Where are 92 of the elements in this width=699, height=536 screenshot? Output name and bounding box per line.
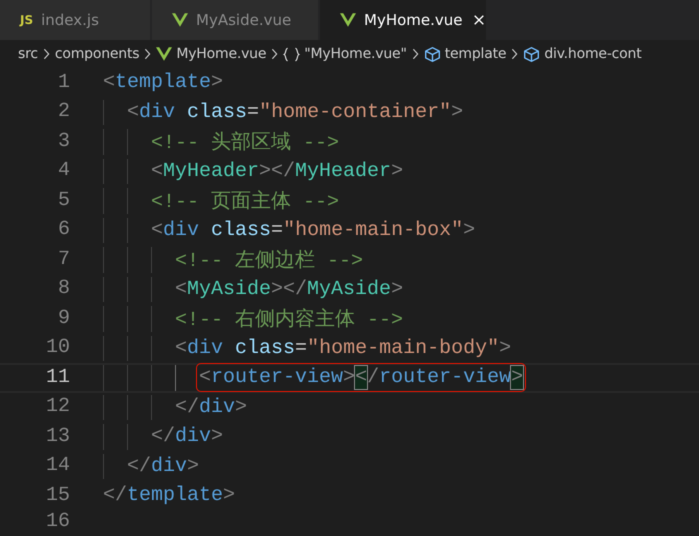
code-token: > <box>211 425 224 448</box>
code-token: div <box>199 396 236 419</box>
code-token: > <box>451 100 464 124</box>
code-token: > <box>211 71 224 94</box>
code-token: div <box>151 454 188 478</box>
code-token: MyAside <box>307 278 392 301</box>
code-token: div <box>175 425 212 448</box>
line-number: 15 <box>44 484 70 507</box>
breadcrumb-item[interactable]: div.home-cont <box>523 46 642 62</box>
line-number: 5 <box>56 190 70 212</box>
line-number: 3 <box>56 130 70 153</box>
line-number: 4 <box>56 160 70 182</box>
code-token: > <box>223 484 236 508</box>
code-token: template <box>115 71 212 94</box>
line-number: 10 <box>44 337 70 360</box>
vue-file-icon <box>340 13 356 27</box>
code-token: = <box>247 100 260 124</box>
code-token: template <box>127 484 224 508</box>
breadcrumb-item[interactable]: components <box>54 46 140 62</box>
line-number: 8 <box>56 278 70 300</box>
close-icon[interactable] <box>472 14 484 26</box>
code-token: </ <box>151 425 176 448</box>
code-token: < <box>175 278 188 301</box>
code-token: < <box>151 218 164 242</box>
code-token: ></ <box>259 160 296 183</box>
code-token: <!-- 页面主体 --> <box>151 189 340 214</box>
code-token: class <box>234 336 296 360</box>
code-token: MyHeader <box>295 160 392 183</box>
cube-icon <box>424 46 441 62</box>
editor-tab[interactable]: MyHome.vue <box>320 0 486 40</box>
editor-tab[interactable]: JS index.js <box>0 0 150 40</box>
code-token: = <box>271 218 284 242</box>
code-token: MyHeader <box>163 160 260 183</box>
code-token: </ <box>103 484 128 508</box>
code-token: > <box>235 396 248 419</box>
code-token: div <box>139 100 176 124</box>
code-token: <!-- 右侧内容主体 --> <box>175 307 404 332</box>
code-token: "home-main-body" <box>307 336 500 360</box>
code-token: <!-- 左侧边栏 --> <box>175 248 364 274</box>
line-number: 9 <box>56 308 70 330</box>
code-token: </ <box>175 396 200 419</box>
line-number: 6 <box>56 219 70 242</box>
code-token: > <box>511 366 524 390</box>
code-token: class <box>186 100 248 124</box>
code-token: > <box>499 336 512 360</box>
code-token: class <box>210 218 272 242</box>
code-token: > <box>187 454 200 478</box>
breadcrumb-item[interactable]: "MyHome.vue" <box>283 46 407 62</box>
code-token: < <box>175 336 188 360</box>
code-token: ></ <box>271 278 308 301</box>
code-token: > <box>391 160 404 183</box>
line-number: 11 <box>44 366 70 389</box>
code-token: / <box>367 366 380 390</box>
breadcrumb-item[interactable]: template <box>424 46 506 62</box>
code-token: = <box>295 336 308 360</box>
braces-icon <box>283 46 300 62</box>
chevron-icon <box>271 48 278 60</box>
code-token: MyAside <box>187 278 272 301</box>
line-number: 16 <box>44 510 70 532</box>
line-number: 14 <box>44 455 70 478</box>
breadcrumb-item[interactable]: MyHome.vue <box>156 46 266 62</box>
code-token: <!-- 头部区域 --> <box>151 130 340 156</box>
code-token: < <box>151 160 164 183</box>
line-number: 7 <box>56 248 70 271</box>
code-token: < <box>127 100 140 124</box>
chevron-icon <box>412 48 419 60</box>
chevron-icon <box>511 48 518 60</box>
chevron-icon <box>42 48 50 60</box>
breadcrumb-item[interactable]: src <box>18 46 38 62</box>
code-token: router-view <box>379 366 512 390</box>
code-token: router-view <box>211 366 344 390</box>
code-token: div <box>187 336 224 360</box>
line-number: 2 <box>56 101 70 124</box>
code-token: > <box>463 218 476 242</box>
line-number: 13 <box>44 426 70 448</box>
code-token: "home-main-box" <box>283 218 464 242</box>
code-token: < <box>355 366 368 390</box>
line-number: 12 <box>44 396 70 418</box>
code-token: </ <box>127 454 152 478</box>
code-token: > <box>391 278 404 301</box>
code-token: < <box>199 366 212 390</box>
code-token: < <box>103 71 116 94</box>
js-file-icon: JS <box>20 13 34 27</box>
code-token: "home-container" <box>259 100 452 124</box>
code-token: > <box>343 366 356 390</box>
code-token: div <box>163 218 200 242</box>
line-number: 1 <box>56 72 70 94</box>
vue-file-icon <box>172 13 188 27</box>
editor-tab[interactable]: MyAside.vue <box>152 0 318 40</box>
cube-icon <box>523 46 540 62</box>
vue-file-icon <box>156 47 172 61</box>
chevron-icon <box>144 48 152 60</box>
